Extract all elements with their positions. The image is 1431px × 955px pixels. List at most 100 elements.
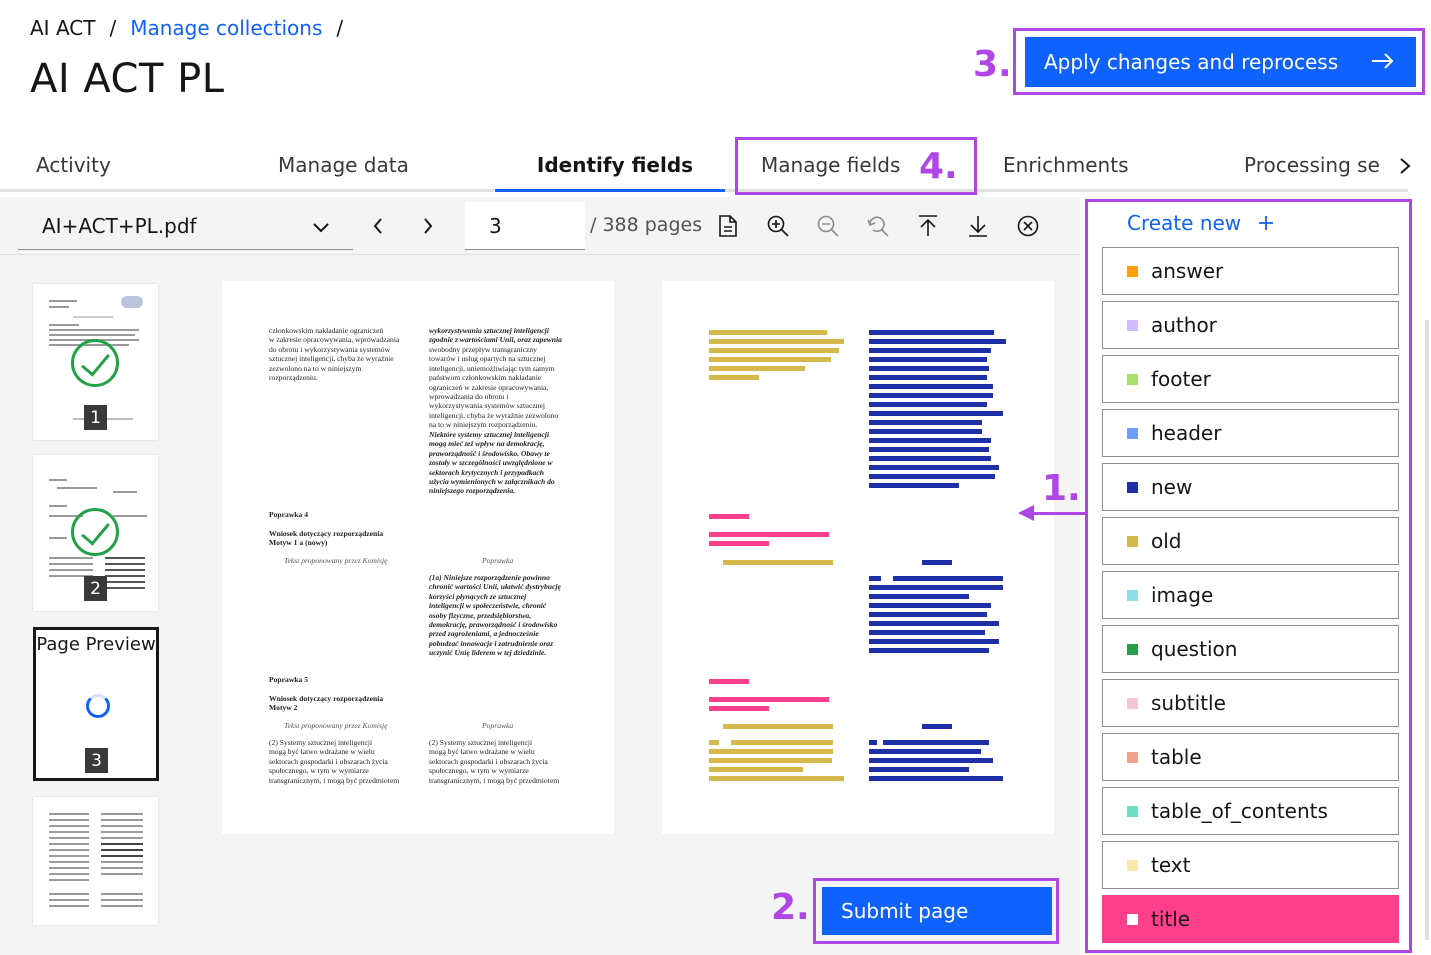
annotation-bar-new[interactable] [869, 749, 981, 754]
annotation-bar-new[interactable] [869, 621, 999, 626]
annotation-bar-title[interactable] [709, 532, 829, 537]
field-item-old[interactable]: old [1102, 517, 1399, 565]
field-item-new[interactable]: new [1102, 463, 1399, 511]
field-color-swatch [1127, 265, 1138, 277]
annotation-bar-old[interactable] [731, 740, 833, 745]
page-thumbnail-1[interactable]: 1 [33, 284, 158, 440]
page-number-input[interactable] [465, 202, 585, 250]
annotation-bar-new[interactable] [922, 560, 952, 565]
scrollbar[interactable] [1425, 320, 1429, 940]
callout-label-3: 3. [973, 44, 1012, 85]
annotation-bar-new[interactable] [869, 483, 959, 488]
annotation-bar-new[interactable] [869, 576, 881, 581]
annotation-bar-title[interactable] [709, 706, 769, 711]
chevron-right-icon[interactable] [1390, 146, 1420, 186]
tab-enrichments[interactable]: Enrichments [967, 140, 1219, 192]
reset-zoom-icon[interactable] [858, 206, 898, 246]
apply-changes-button[interactable]: Apply changes and reprocess [1025, 37, 1416, 87]
annotation-bar-old[interactable] [709, 758, 832, 763]
annotation-bar-new[interactable] [869, 630, 985, 635]
previous-page-button[interactable] [358, 206, 398, 246]
page-thumbnail-3[interactable]: Page Preview 3 [33, 627, 159, 781]
field-item-question[interactable]: question [1102, 625, 1399, 673]
annotation-bar-new[interactable] [883, 740, 989, 745]
page-thumbnail-2[interactable]: 2 [33, 455, 158, 611]
annotation-bar-new[interactable] [869, 474, 995, 479]
field-item-title[interactable]: title [1102, 895, 1399, 943]
zoom-in-icon[interactable] [758, 206, 798, 246]
annotation-bar-old[interactable] [709, 339, 844, 344]
create-new-link[interactable]: Create new [1127, 211, 1274, 235]
annotation-bar-old[interactable] [709, 749, 833, 754]
field-item-image[interactable]: image [1102, 571, 1399, 619]
annotation-bar-new[interactable] [893, 576, 1003, 581]
annotation-bar-old[interactable] [709, 740, 719, 745]
annotation-bar-new[interactable] [869, 648, 989, 653]
annotation-bar-old[interactable] [723, 724, 833, 729]
annotation-bar-new[interactable] [869, 776, 1003, 781]
field-item-footer[interactable]: footer [1102, 355, 1399, 403]
page-thumbnail-4[interactable] [33, 797, 158, 925]
breadcrumb-link-manage-collections[interactable]: Manage collections [130, 16, 322, 40]
annotation-bar-old[interactable] [723, 560, 833, 565]
annotation-bar-old[interactable] [709, 767, 803, 772]
annotation-bar-old[interactable] [709, 366, 805, 371]
annotation-bar-new[interactable] [869, 594, 969, 599]
annotation-bar-title[interactable] [709, 679, 749, 684]
tab-manage-data[interactable]: Manage data [242, 140, 494, 192]
close-circle-icon[interactable] [1008, 206, 1048, 246]
annotation-bar-new[interactable] [869, 357, 987, 362]
breadcrumb-root[interactable]: AI ACT [30, 16, 95, 40]
annotation-bar-new[interactable] [869, 585, 1003, 590]
field-item-text[interactable]: text [1102, 841, 1399, 889]
doc-heading: Poprawka 4 [269, 510, 309, 519]
annotation-bar-new[interactable] [869, 447, 989, 452]
annotation-bar-new[interactable] [922, 724, 952, 729]
tab-activity[interactable]: Activity [0, 140, 252, 192]
annotation-bar-new[interactable] [869, 740, 877, 745]
annotation-bar-new[interactable] [869, 366, 989, 371]
field-item-answer[interactable]: answer [1102, 247, 1399, 295]
annotation-bar-old[interactable] [709, 776, 844, 781]
annotation-bar-title[interactable] [709, 697, 829, 702]
annotation-bar-new[interactable] [869, 402, 987, 407]
field-item-subtitle[interactable]: subtitle [1102, 679, 1399, 727]
annotation-bar-new[interactable] [869, 384, 993, 389]
download-icon[interactable] [958, 206, 998, 246]
tab-processing-settings[interactable]: Processing se [1208, 140, 1408, 192]
tab-identify-fields[interactable]: Identify fields [495, 140, 735, 192]
annotation-bar-old[interactable] [709, 330, 827, 335]
annotation-bar-new[interactable] [869, 411, 1003, 416]
annotation-bar-title[interactable] [709, 541, 769, 546]
annotation-bar-new[interactable] [869, 393, 993, 398]
annotation-bar-new[interactable] [869, 429, 982, 434]
annotation-bar-new[interactable] [869, 339, 1006, 344]
annotation-bar-new[interactable] [869, 438, 991, 443]
annotation-bar-new[interactable] [869, 456, 991, 461]
field-item-table-of-contents[interactable]: table_of_contents [1102, 787, 1399, 835]
annotation-bar-new[interactable] [869, 639, 999, 644]
annotation-bar-old[interactable] [709, 348, 839, 353]
annotation-bar-new[interactable] [869, 612, 987, 617]
annotation-bar-new[interactable] [869, 465, 999, 470]
annotation-bar-new[interactable] [869, 348, 991, 353]
field-item-header[interactable]: header [1102, 409, 1399, 457]
annotation-bar-old[interactable] [709, 375, 759, 380]
annotation-bar-old[interactable] [709, 357, 831, 362]
next-page-button[interactable] [408, 206, 448, 246]
file-select[interactable]: AI+ACT+PL.pdf [18, 202, 353, 250]
field-item-author[interactable]: author [1102, 301, 1399, 349]
zoom-out-icon[interactable] [808, 206, 848, 246]
field-item-table[interactable]: table [1102, 733, 1399, 781]
field-item-label: table [1151, 745, 1202, 769]
annotation-bar-new[interactable] [869, 375, 987, 380]
submit-page-button[interactable]: Submit page [822, 887, 1052, 935]
annotation-bar-new[interactable] [869, 330, 994, 335]
annotation-bar-new[interactable] [869, 603, 991, 608]
annotation-bar-new[interactable] [869, 420, 982, 425]
document-icon[interactable] [708, 206, 748, 246]
upload-icon[interactable] [908, 206, 948, 246]
annotation-bar-title[interactable] [709, 514, 749, 519]
annotation-bar-new[interactable] [869, 758, 993, 763]
annotation-bar-new[interactable] [869, 767, 969, 772]
